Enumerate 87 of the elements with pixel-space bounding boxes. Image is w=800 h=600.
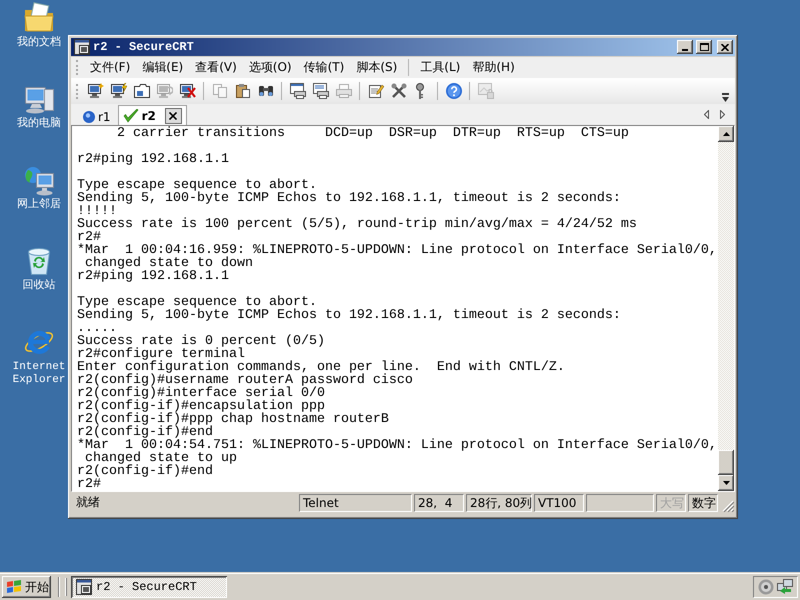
app-window-icon <box>76 579 92 595</box>
menu-item[interactable]: 查看(V) <box>189 59 243 76</box>
tab-close-button[interactable] <box>164 108 182 124</box>
vertical-scrollbar[interactable] <box>718 126 734 491</box>
terminal-line: r2(config)#interface serial 0/0 <box>77 387 325 400</box>
terminal-line: *Mar 1 00:04:16.959: %LINEPROTO-5-UPDOWN: Line protocol on Interface Serial0/0, <box>77 244 717 257</box>
menu-item[interactable]: 文件(F) <box>84 59 136 76</box>
terminal-line: Type escape sequence to abort. <box>77 179 317 192</box>
taskbar-button[interactable]: r2 - SecureCRT <box>71 576 227 598</box>
desktop-icon-label[interactable]: 网上邻居 <box>17 199 61 212</box>
window-title: r2 - SecureCRT <box>93 40 195 54</box>
terminal-line: r2(config)#username routerA password cisco <box>77 374 413 387</box>
scroll-left-icon[interactable] <box>704 110 709 119</box>
scrollbar-thumb[interactable] <box>718 450 734 475</box>
terminal-line: r2# <box>77 231 101 244</box>
menu-item[interactable]: 编辑(E) <box>136 59 190 76</box>
folder-icon[interactable] <box>23 2 55 34</box>
desktop-icon-label[interactable]: Internet Explorer <box>10 361 68 387</box>
session-tab[interactable]: r1 <box>78 107 116 125</box>
document-pencil-icon[interactable] <box>368 83 384 99</box>
resize-grip-icon[interactable] <box>722 500 734 512</box>
terminal-line: r2#ping 192.168.1.1 <box>77 153 229 166</box>
terminal-line: r2#ping 192.168.1.1 <box>77 270 229 283</box>
close-button[interactable] <box>717 40 733 54</box>
terminal-line: r2# <box>77 478 101 491</box>
page-printer-icon[interactable] <box>312 83 328 99</box>
start-button[interactable]: 开始 <box>2 576 51 598</box>
disc-icon[interactable] <box>758 579 774 595</box>
window-printer-icon[interactable] <box>290 83 306 99</box>
status-panel: VT100 <box>534 494 584 512</box>
terminal-line: r2(config-if)#end <box>77 465 213 478</box>
terminal-line: r2(config-if)#ppp chap hostname routerB <box>77 413 389 426</box>
close-icon <box>169 112 178 120</box>
scroll-right-icon[interactable] <box>720 110 725 119</box>
scroll-down-button[interactable] <box>718 475 734 491</box>
terminal-line: Sending 5, 100-byte ICMP Echos to 192.168.1.1, timeout is 2 seconds: <box>77 309 621 322</box>
terminal-line: ..... <box>77 322 117 335</box>
terminal-line: r2(config-if)#encapsulation ppp <box>77 400 325 413</box>
status-panel: Telnet <box>299 494 412 512</box>
app-window-icon[interactable] <box>74 39 90 55</box>
minimize-button[interactable] <box>677 40 693 54</box>
terminal-line: r2(config-if)#end <box>77 426 213 439</box>
status-panel: 28, 4 <box>414 494 464 512</box>
scroll-up-button[interactable] <box>718 126 734 142</box>
maximize-button[interactable] <box>696 40 712 54</box>
terminal-line: Success rate is 0 percent (0/5) <box>77 335 325 348</box>
session-tab[interactable]: r2 <box>118 105 187 125</box>
chevron-down-icon[interactable] <box>722 93 729 102</box>
terminal-screen[interactable] <box>71 125 735 492</box>
menu-item[interactable]: 工具(L) <box>414 59 466 76</box>
terminal-line: Enter configuration commands, one per line. End with CNTL/Z. <box>77 361 565 374</box>
desktop-icon-label[interactable]: 我的电脑 <box>17 118 61 131</box>
monitor-sparkle-icon[interactable] <box>88 83 104 99</box>
keyboard-indicator: 数字 <box>688 494 718 512</box>
terminal-line: changed state to up <box>84 452 237 465</box>
menu-item[interactable]: 脚本(S) <box>350 59 404 76</box>
flag-icon <box>6 580 22 594</box>
monitor-x-icon[interactable] <box>180 83 196 99</box>
crossed-tools-icon[interactable] <box>390 83 406 99</box>
down-arrow-icon <box>722 481 730 485</box>
monitor-lightning-icon[interactable] <box>110 83 126 99</box>
help-icon[interactable] <box>446 83 462 99</box>
status-message: 就绪 <box>76 494 101 511</box>
menu-item[interactable]: 选项(O) <box>242 59 298 76</box>
network-icon[interactable] <box>777 579 793 595</box>
maximize-icon <box>700 43 708 51</box>
binoculars-icon[interactable] <box>258 83 274 99</box>
terminal-line: !!!!! <box>77 205 117 218</box>
up-arrow-icon <box>722 132 730 136</box>
minimize-icon <box>682 49 688 51</box>
terminal-line: Sending 5, 100-byte ICMP Echos to 192.168.1.1, timeout is 2 seconds: <box>77 192 621 205</box>
desktop-icon-label[interactable]: 我的文档 <box>17 37 61 50</box>
status-panel: 28行, 80列 <box>466 494 532 512</box>
close-icon <box>721 44 729 50</box>
folder-tab-icon[interactable] <box>134 83 150 99</box>
clipboard-icon[interactable] <box>234 83 250 99</box>
desktop-icon-label[interactable]: 回收站 <box>22 280 56 293</box>
terminal-line: *Mar 1 00:04:54.751: %LINEPROTO-5-UPDOWN: Line protocol on Interface Serial0/0, <box>77 439 717 452</box>
terminal-line: Success rate is 100 percent (5/5), round-trip min/avg/max = 4/24/52 ms <box>77 218 637 231</box>
status-panel <box>586 494 654 512</box>
terminal-line: r2#configure terminal <box>77 348 245 361</box>
terminal-line: Type escape sequence to abort. <box>77 296 317 309</box>
menu-item[interactable]: 传输(T) <box>298 59 350 76</box>
terminal-line: changed state to down <box>84 257 253 270</box>
terminal-line: 2 carrier transitions DCD=up DSR=up DTR=up RTS=up CTS=up <box>116 127 629 140</box>
globe-computer-icon[interactable] <box>23 164 55 196</box>
menu-item[interactable]: 帮助(H) <box>466 59 521 76</box>
